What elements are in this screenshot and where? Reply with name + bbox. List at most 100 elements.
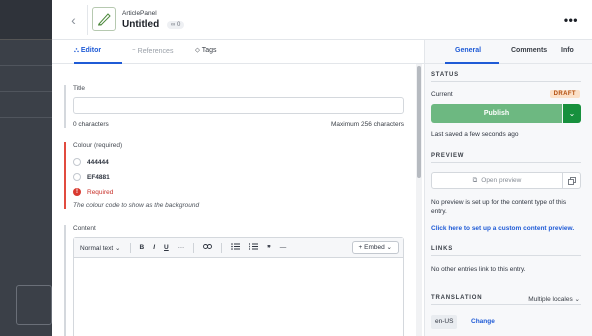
error-icon: ! (73, 188, 81, 196)
tag-icon: ⬦ (195, 47, 200, 54)
chevron-down-icon: ⌄ (574, 296, 580, 303)
active-tab-indicator (74, 62, 122, 64)
title-label: Title (73, 85, 86, 92)
italic-button[interactable]: I (153, 244, 155, 251)
sidebar-tabs: General Comments Info (425, 40, 592, 64)
rich-text-editor: Normal text ⌄ B I U ··· ❞ — + Embed ⌄ (73, 237, 404, 336)
tab-info[interactable]: Info (561, 47, 574, 54)
title-field: Title 0 characters Maximum 256 character… (64, 85, 404, 128)
toolbar-divider (129, 242, 131, 253)
entry-type-icon (92, 7, 116, 31)
background-row (0, 40, 52, 66)
publish-button[interactable]: Publish (431, 104, 562, 123)
status-badge: DRAFT (549, 90, 580, 98)
content-type-name: ArticlePanel (122, 10, 157, 17)
colour-option[interactable]: 444444 (73, 158, 404, 166)
colour-error-text: Required (87, 188, 114, 196)
last-saved-text: Last saved a few seconds ago (431, 131, 519, 138)
locale-mode-label: Multiple locales (528, 296, 573, 303)
tab-general[interactable]: General (455, 47, 481, 54)
chevron-left-icon: ‹ (71, 12, 76, 28)
preview-note: No preview is set up for the content typ… (431, 199, 567, 215)
colour-option-label: 444444 (87, 158, 109, 166)
link-count-badge: ∞ 0 (167, 21, 185, 29)
tab-tags-label: Tags (201, 47, 217, 54)
tab-references[interactable]: ⁼ References (132, 47, 173, 55)
editor-tabs: ⛬ Editor ⁼ References ⬦ Tags (52, 40, 424, 64)
preview-controls: ⧉ Open preview (431, 172, 581, 189)
chevron-down-icon: ⌄ (386, 244, 392, 251)
back-button[interactable]: ‹ (60, 5, 88, 35)
background-row (0, 66, 52, 92)
entry-panel: ‹ ArticlePanel Untitled ∞ 0 ••• ⛬ Editor… (52, 0, 592, 336)
open-preview-button[interactable]: ⧉ Open preview (431, 172, 563, 189)
entry-title: Untitled (122, 19, 160, 30)
editor-icon: ⛬ (74, 47, 79, 54)
entry-header: ‹ ArticlePanel Untitled ∞ 0 ••• (52, 0, 592, 40)
setup-preview-link[interactable]: Click here to set up a custom content pr… (431, 225, 574, 232)
toolbar-divider (193, 242, 195, 253)
copy-icon (567, 176, 576, 185)
publish-options-button[interactable]: ⌄ (563, 104, 581, 123)
background-header (0, 0, 52, 40)
hyperlink-icon[interactable] (203, 243, 213, 252)
locale-mode-dropdown[interactable]: Multiple locales ⌄ (528, 295, 580, 303)
links-note: No other entries link to this entry. (431, 266, 526, 273)
more-formatting-button[interactable]: ··· (178, 244, 185, 251)
preview-heading: PREVIEW (431, 153, 581, 163)
external-link-icon: ⧉ (472, 176, 478, 184)
embed-button[interactable]: + Embed ⌄ (351, 241, 399, 254)
link-icon: ∞ (171, 22, 176, 28)
horizontal-rule-button[interactable]: — (280, 244, 287, 251)
content-field: Content Normal text ⌄ B I U ··· ❞ — + Em… (64, 225, 404, 336)
links-heading: LINKS (431, 246, 581, 256)
colour-option-label: EF4881 (87, 173, 110, 181)
underline-button[interactable]: U (164, 244, 169, 251)
colour-option[interactable]: EF4881 (73, 173, 404, 181)
status-heading: STATUS (431, 72, 581, 82)
chevron-down-icon: ⌄ (115, 244, 121, 252)
radio-button[interactable] (73, 158, 81, 166)
colour-help-text: The colour code to show as the backgroun… (73, 202, 200, 209)
entry-sidebar: General Comments Info STATUS Current DRA… (424, 40, 592, 336)
rich-text-toolbar: Normal text ⌄ B I U ··· ❞ — + Embed ⌄ (74, 238, 403, 258)
active-tab-indicator (445, 62, 499, 64)
publish-button-group: Publish ⌄ (431, 104, 581, 123)
bulleted-list-icon[interactable] (231, 243, 241, 252)
background-card (16, 285, 52, 325)
numbered-list-icon[interactable] (249, 243, 259, 252)
chevron-down-icon: ⌄ (568, 109, 576, 118)
more-actions-button[interactable]: ••• (564, 13, 578, 27)
scrollbar-thumb[interactable] (417, 66, 421, 178)
copy-preview-link-button[interactable] (563, 172, 581, 189)
title-max-chars: Maximum 256 characters (331, 121, 404, 128)
link-count: 0 (176, 22, 181, 28)
quote-button[interactable]: ❞ (267, 244, 271, 252)
locale-pill: en-US (431, 315, 458, 329)
tab-editor[interactable]: ⛬ Editor (74, 47, 101, 55)
content-label: Content (73, 225, 96, 232)
tab-comments[interactable]: Comments (511, 47, 547, 54)
title-helper: 0 characters Maximum 256 characters (73, 121, 404, 128)
toolbar-divider (221, 242, 223, 253)
open-preview-label: Open preview (481, 177, 522, 184)
tab-editor-label: Editor (80, 47, 102, 54)
colour-label: Colour (required) (73, 142, 123, 149)
references-icon: ⁼ (132, 48, 136, 55)
change-locale-link[interactable]: Change (471, 318, 495, 325)
colour-field: Colour (required) 444444 EF4881 ! Requir… (64, 142, 404, 209)
text-format-dropdown[interactable]: Normal text ⌄ (80, 244, 121, 252)
background-row (0, 92, 52, 118)
background-app (0, 0, 52, 336)
bold-button[interactable]: B (140, 244, 145, 251)
colour-error: ! Required (73, 188, 404, 196)
title-char-count: 0 characters (73, 121, 109, 128)
embed-label: + Embed (358, 244, 385, 251)
entry-editor: Title 0 characters Maximum 256 character… (52, 65, 414, 336)
title-input[interactable] (73, 97, 404, 114)
current-status-label: Current (431, 91, 453, 98)
tab-tags[interactable]: ⬦ Tags (195, 47, 217, 55)
radio-button[interactable] (73, 173, 81, 181)
tab-references-label: References (137, 48, 174, 55)
text-format-label: Normal text (80, 244, 114, 252)
